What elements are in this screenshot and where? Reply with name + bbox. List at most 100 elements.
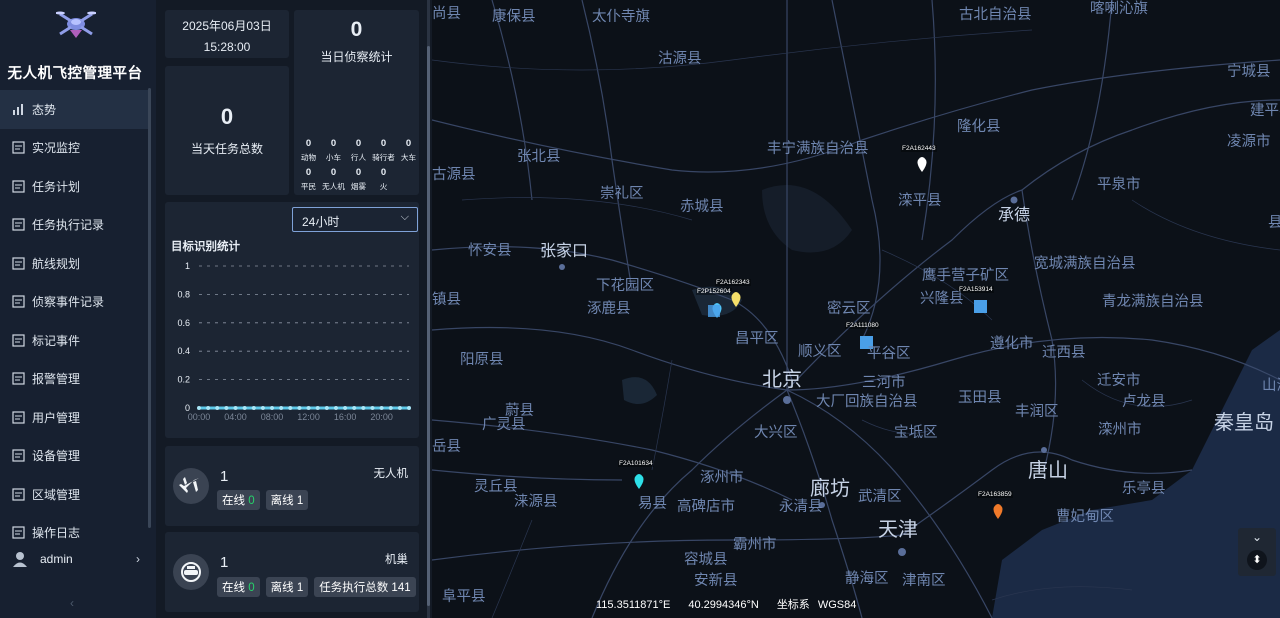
sidebar-item-8[interactable]: 用户管理 [0,398,148,437]
category-label: 火 [379,182,388,191]
sidebar-item-6[interactable]: 标记事件 [0,321,148,360]
sidebar-item-label: 用户管理 [32,410,81,425]
marker-label[interactable]: F2A153914 [958,286,994,293]
marker-label[interactable]: F2A162443 [901,145,937,152]
daily-task-label: 当天任务总数 [190,142,263,156]
time-range-value: 24小时 [302,215,340,229]
sidebar-item-2[interactable]: 任务计划 [0,167,148,206]
map-place-label: 喀喇沁旗 [1090,1,1148,17]
map-place-label: 涿鹿县 [587,301,631,317]
map-place-label: 永清县 [779,499,823,515]
sidebar-item-label: 态势 [32,102,57,117]
dock-tasks-badge: 任务执行总数 141 [314,577,416,597]
sidebar-item-label: 设备管理 [32,449,81,464]
map-place-label: 涞源县 [514,494,558,510]
data-point [242,406,247,410]
map-place-label: 玉田县 [958,390,1002,406]
category-stat: 0 烟雾 [346,167,371,192]
dock-card: 1 机巢 在线 0 离线 1 任务执行总数 141 [165,532,419,612]
category-label: 骑行者 [372,153,395,162]
data-point [407,406,411,410]
coordinate-readout: 115.3511871°E 40.2994346°N 坐标系 WGS84 [596,596,874,612]
sidebar-item-0[interactable]: 态势 [0,90,148,129]
map-place-label: 三河市 [862,375,906,391]
data-point [388,406,393,410]
sidebar-item-7[interactable]: 报警管理 [0,360,148,399]
map-place-label: 滦州市 [1098,422,1142,438]
route-icon [12,257,25,270]
compass-icon[interactable]: ⬍ [1247,550,1267,570]
marker-F2A153914 [974,300,987,313]
log-icon [12,526,25,539]
map-place-label: 山海 [1262,378,1280,394]
map-place-label: 阜平县 [442,589,486,605]
map-place-label: 卢龙县 [1122,394,1166,410]
dock-online-badge: 在线 0 [217,577,260,597]
marker-label[interactable]: F2P152604 [696,288,732,295]
marker-label[interactable]: F2A101634 [618,460,654,467]
map-place-label: 建平县 [1250,103,1280,119]
chevron-down-icon: ⌵ [400,211,409,223]
map-place-label: 灵丘县 [474,479,518,495]
map-place-label: 太仆寺旗 [592,9,650,25]
daily-task-count: 0 [220,104,234,129]
sidebar-item-label: 航线规划 [32,256,81,271]
data-point [206,406,211,410]
map-place-label: 涿州市 [700,470,744,486]
category-stat: 0 大车 [396,138,421,163]
app-title: 无人机飞控管理平台 [7,66,143,82]
sidebar-item-5[interactable]: 侦察事件记录 [0,283,148,322]
x-tick-label: 20:00 [370,412,393,422]
crs-value: WGS84 [817,599,857,611]
sidebar-item-label: 标记事件 [32,333,81,348]
sidebar-scrollbar[interactable] [148,88,151,528]
x-tick-label: 08:00 [261,412,284,422]
data-point [279,406,284,410]
map-place-label: 大厂回族自治县 [816,394,918,410]
marker-label[interactable]: F2A111080 [845,322,880,329]
target-chart-card: 24小时 ⌵ 目标识别统计 1 0.8 0.6 0.4 0.2 0 00:00 04:00 08… [165,202,419,438]
event-icon [12,295,25,308]
sidebar-item-3[interactable]: 任务执行记录 [0,206,148,245]
category-value: 0 [380,138,387,149]
map-place-label: 武清区 [858,489,902,505]
map-view[interactable]: 康保县 太仆寺旗 古北自治县 喀喇沁旗沽源县宁城县隆化县 建平县丰宁满族自治县张北县 凌源… [432,0,1280,618]
data-point [343,406,348,410]
collapse-controls-icon[interactable]: ⌄ [1238,530,1276,544]
sidebar: 无人机飞控管理平台 态势实况监控任务计划任务执行记录航线规划侦察事件记录标记事件… [0,0,156,618]
map-place-label: 宁城县 [1227,64,1271,80]
x-tick-label: 00:00 [188,412,211,422]
user-menu[interactable]: admin › [0,546,150,572]
monitor-icon [12,141,25,154]
data-point [197,406,201,410]
marker-label[interactable]: F2A163859 [977,491,1013,498]
map-place-label: 张北县 [517,149,561,165]
sidebar-item-4[interactable]: 航线规划 [0,244,148,283]
data-point [215,406,220,410]
sidebar-item-10[interactable]: 区域管理 [0,475,148,514]
panel-scrollbar[interactable] [427,46,430,606]
chevron-right-icon: › [136,552,140,566]
data-point [352,406,357,410]
map-place-label: 高碑店市 [677,499,735,515]
data-point [288,406,293,410]
data-point [315,406,320,410]
sidebar-item-label: 任务计划 [32,179,81,194]
sidebar-item-9[interactable]: 设备管理 [0,437,148,476]
category-value: 0 [305,167,312,178]
map-place-label: 镇县 [432,292,461,308]
sidebar-item-1[interactable]: 实况监控 [0,129,148,168]
map-place-label: 易县 [638,496,667,512]
map-place-label: 廊坊 [810,478,850,500]
drone-card: 1 无人机 在线 0 离线 1 [165,446,419,526]
data-point [260,406,265,410]
collapse-sidebar-button[interactable]: ‹ [70,596,74,610]
category-label: 小车 [325,153,342,162]
category-stat: 0火 [371,167,396,192]
category-value: 0 [330,167,337,178]
time-range-select[interactable]: 24小时 ⌵ [292,207,418,232]
drone-label: 无人机 [373,468,409,480]
marker-label[interactable]: F2A162343 [715,279,751,286]
data-point [251,406,256,410]
map-controls: ⌄ ⬍ [1238,528,1276,576]
